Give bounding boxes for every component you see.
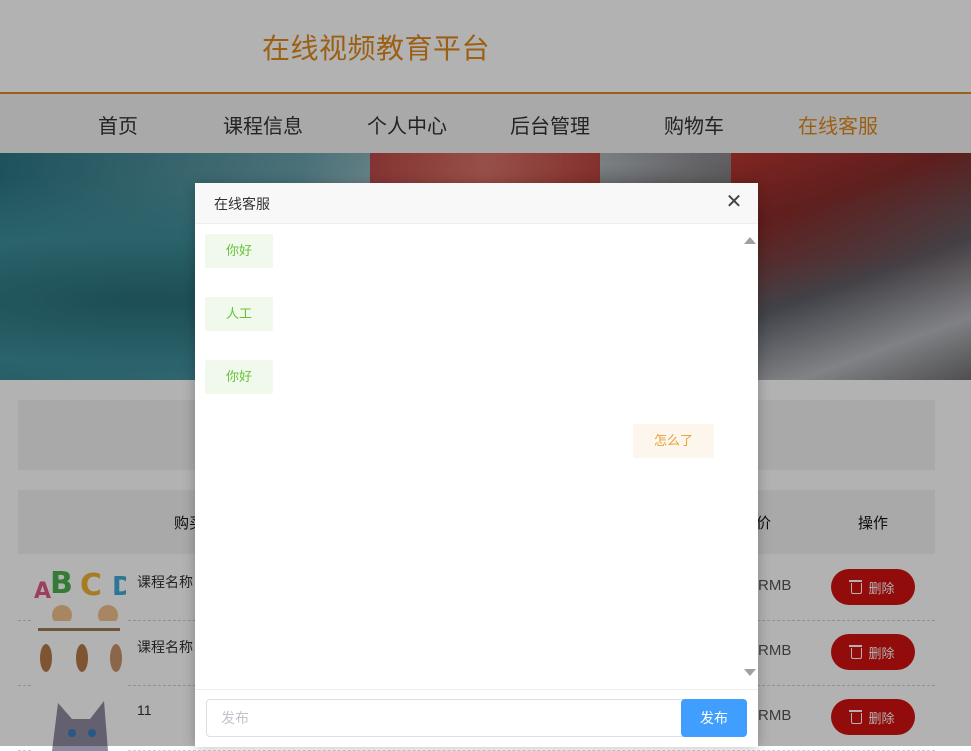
scroll-down-arrow-icon[interactable]	[744, 669, 756, 676]
support-chat-dialog: 在线客服 ✕ 你好 人工 你好 怎么了 发布	[195, 183, 758, 747]
message-input[interactable]	[206, 699, 700, 737]
chat-message-user: 你好	[205, 360, 274, 394]
send-button[interactable]: 发布	[681, 699, 747, 737]
scroll-up-arrow-icon[interactable]	[744, 237, 756, 244]
dialog-title: 在线客服	[214, 196, 270, 212]
chat-message-user: 你好	[205, 234, 274, 268]
chat-message-user: 人工	[205, 297, 274, 331]
chat-message-list: 你好 人工 你好 怎么了	[195, 225, 741, 688]
dialog-footer: 发布	[195, 689, 758, 747]
chat-scrollbar[interactable]	[741, 225, 758, 688]
chat-message-reply: 怎么了	[632, 424, 714, 458]
dialog-header: 在线客服 ✕	[195, 183, 758, 224]
close-icon[interactable]: ✕	[724, 192, 744, 212]
